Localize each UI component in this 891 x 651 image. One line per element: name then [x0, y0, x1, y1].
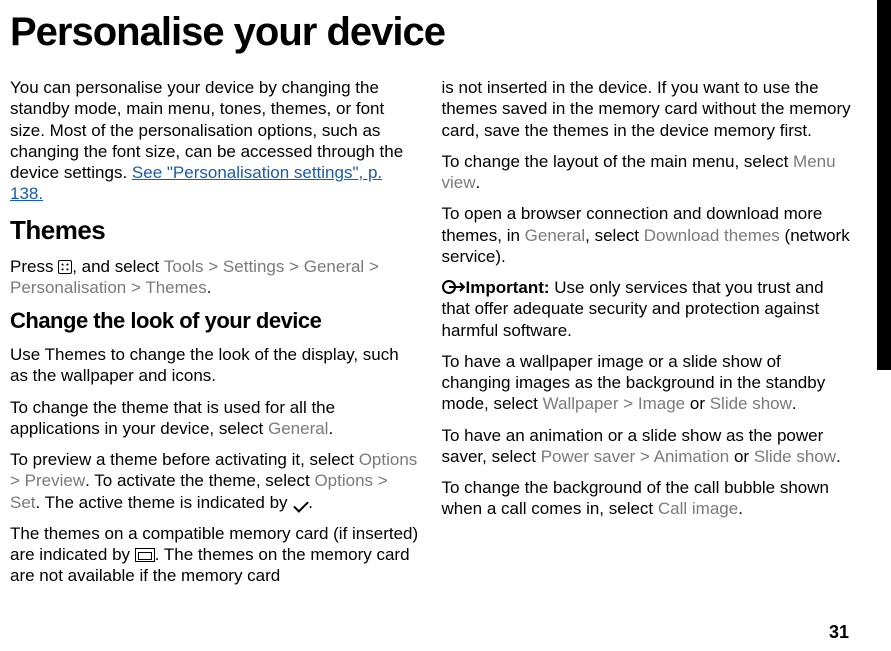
change-p6: To open a browser connection and downloa… — [442, 203, 852, 267]
set-label: Set — [10, 493, 36, 512]
path-themes: Themes — [145, 278, 206, 297]
power-saver-label: Power saver — [541, 447, 635, 466]
side-tab: Personalise your device — [861, 0, 891, 651]
path-tools: Tools — [164, 257, 204, 276]
intro-paragraph: You can personalise your device by chang… — [10, 77, 420, 205]
check-icon — [292, 495, 308, 511]
animation-label: Animation — [654, 447, 730, 466]
download-themes-label: Download themes — [644, 226, 780, 245]
change-p7: To have a wallpaper image or a slide sho… — [442, 351, 852, 415]
page-number: 31 — [829, 622, 849, 643]
general-label: General — [268, 419, 328, 438]
options-label-2: Options — [314, 471, 373, 490]
general-label-2: General — [525, 226, 585, 245]
slide-show-label: Slide show — [710, 394, 792, 413]
change-p1: Use Themes to change the look of the dis… — [10, 344, 420, 387]
change-p5: To change the layout of the main menu, s… — [442, 151, 852, 194]
change-p8: To have an animation or a slide show as … — [442, 425, 852, 468]
path-general: General — [304, 257, 364, 276]
call-image-label: Call image — [658, 499, 738, 518]
change-look-heading: Change the look of your device — [10, 308, 420, 334]
important-label: Important: — [466, 278, 555, 297]
change-p9: To change the background of the call bub… — [442, 477, 852, 520]
image-label: Image — [638, 394, 685, 413]
path-settings: Settings — [223, 257, 284, 276]
options-label: Options — [359, 450, 418, 469]
content-columns: You can personalise your device by chang… — [10, 77, 851, 617]
change-p3: To preview a theme before activating it,… — [10, 449, 420, 513]
change-p4c: is not inserted in the device. If you wa… — [442, 77, 852, 141]
change-p4a: The themes on a compatible memory card (… — [10, 523, 420, 587]
side-tab-bar — [877, 0, 891, 370]
page: Personalise your device Personalise your… — [0, 0, 891, 651]
wallpaper-label: Wallpaper — [543, 394, 619, 413]
menu-key-icon — [58, 260, 72, 274]
page-title: Personalise your device — [10, 10, 851, 55]
path-personalisation: Personalisation — [10, 278, 126, 297]
important-note: Important: Use only services that you tr… — [442, 277, 852, 341]
memory-card-icon — [135, 548, 155, 562]
slide-show-label-2: Slide show — [754, 447, 836, 466]
themes-path: Press , and select Tools > Settings > Ge… — [10, 256, 420, 299]
important-icon — [442, 278, 466, 296]
preview-label: Preview — [25, 471, 85, 490]
themes-heading: Themes — [10, 215, 420, 246]
change-p2: To change the theme that is used for all… — [10, 397, 420, 440]
